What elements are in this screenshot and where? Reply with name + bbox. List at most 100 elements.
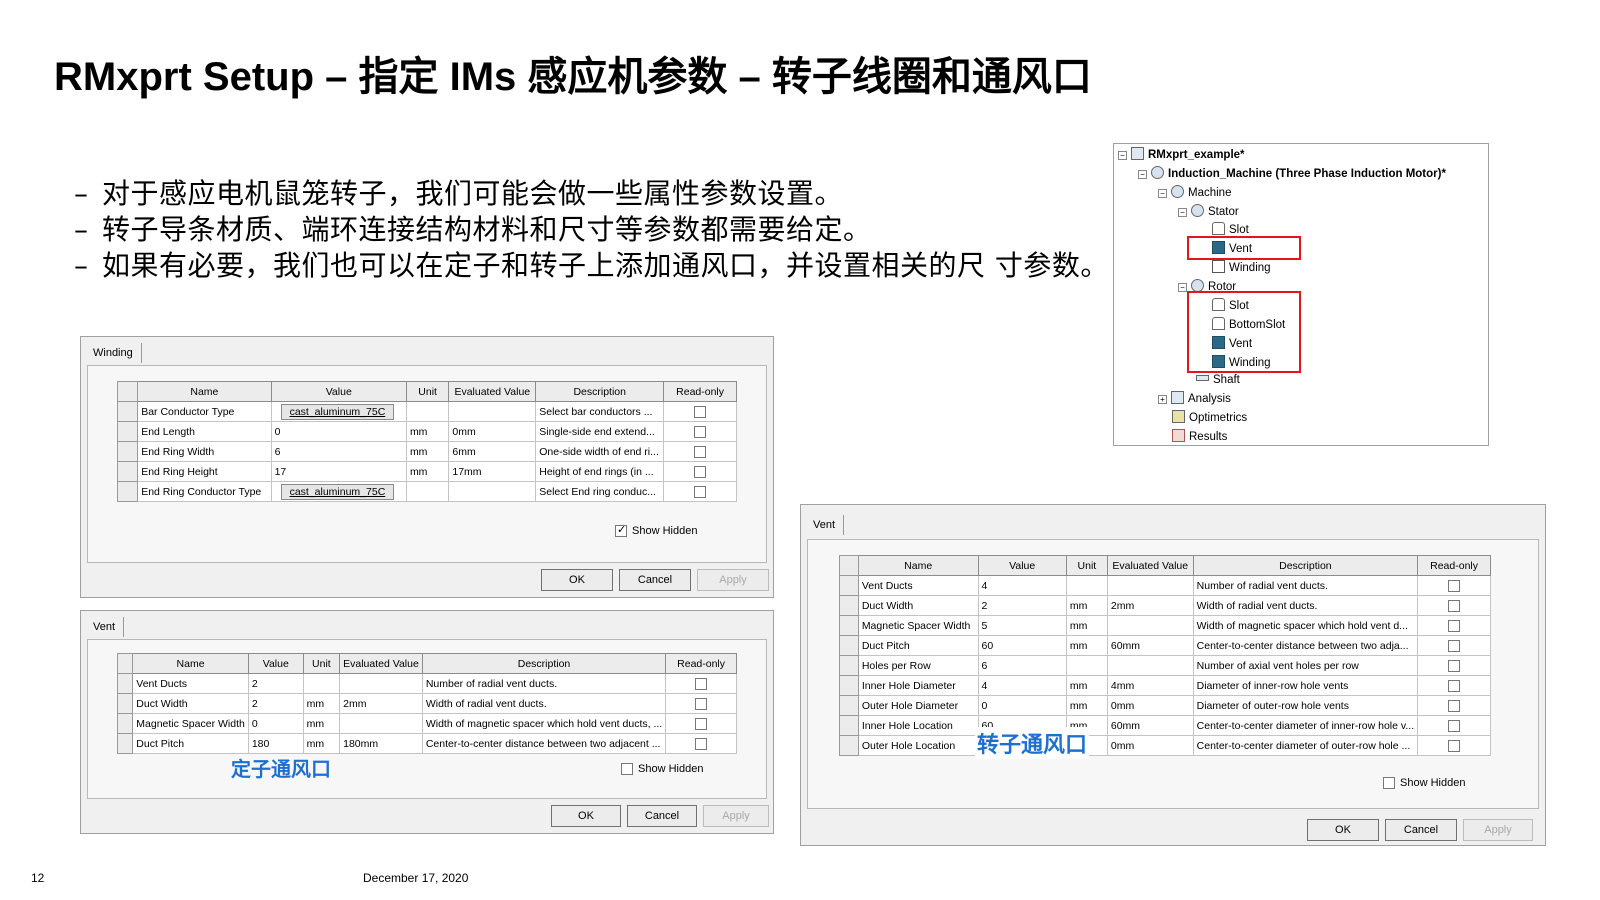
- material-select-button[interactable]: cast_aluminum_75C: [280, 483, 395, 500]
- value-cell[interactable]: 5: [977, 615, 1067, 636]
- value-cell[interactable]: 180: [247, 733, 304, 754]
- table-row[interactable]: Duct Pitch 180 mm 180mm Center-to-center…: [116, 733, 737, 754]
- show-hidden-checkbox[interactable]: [1383, 777, 1395, 790]
- show-hidden-checkbox[interactable]: [615, 523, 627, 538]
- row-header[interactable]: [839, 695, 859, 716]
- column-header-unit[interactable]: Unit: [405, 381, 450, 402]
- readonly-checkbox[interactable]: [1448, 639, 1461, 652]
- readonly-checkbox[interactable]: [694, 485, 707, 498]
- tree-node-machine-design[interactable]: − Induction_Machine (Three Phase Inductio…: [1138, 165, 1446, 183]
- ok-button[interactable]: OK: [1307, 819, 1379, 841]
- show-hidden-checkbox[interactable]: [621, 763, 633, 776]
- column-header-value[interactable]: Value: [270, 381, 407, 402]
- cancel-button[interactable]: Cancel: [627, 805, 697, 827]
- row-header[interactable]: [116, 441, 139, 462]
- row-header[interactable]: [839, 675, 859, 696]
- table-row[interactable]: Outer Hole Location mm 0mm Center-to-cen…: [839, 735, 1491, 756]
- value-cell[interactable]: cast_aluminum_75C: [270, 401, 407, 422]
- table-row[interactable]: Holes per Row 6 Number of axial vent hol…: [839, 655, 1491, 676]
- table-row[interactable]: Inner Hole Location 60 mm 60mm Center-to…: [839, 715, 1491, 736]
- column-header-readonly[interactable]: Read-only: [663, 381, 737, 402]
- table-row[interactable]: Duct Pitch 60 mm 60mm Center-to-center d…: [839, 635, 1491, 656]
- collapse-icon[interactable]: −: [1118, 151, 1127, 160]
- column-header-description[interactable]: Description: [1192, 555, 1419, 576]
- cancel-button[interactable]: Cancel: [619, 569, 691, 591]
- readonly-checkbox[interactable]: [695, 697, 708, 710]
- table-row[interactable]: End Ring Height 17 mm 17mm Height of end…: [116, 461, 737, 482]
- readonly-checkbox[interactable]: [694, 445, 707, 458]
- readonly-checkbox[interactable]: [694, 425, 707, 438]
- column-header-readonly[interactable]: Read-only: [1417, 555, 1491, 576]
- value-cell[interactable]: 0: [977, 695, 1067, 716]
- show-hidden-toggle[interactable]: Show Hidden: [621, 763, 703, 776]
- row-header[interactable]: [839, 735, 859, 756]
- show-hidden-toggle[interactable]: Show Hidden: [615, 523, 697, 538]
- column-header-evaluated[interactable]: Evaluated Value: [448, 381, 537, 402]
- tree-node-stator[interactable]: − Stator: [1178, 203, 1239, 221]
- tab-winding[interactable]: Winding: [87, 343, 142, 363]
- value-cell[interactable]: 0: [247, 713, 304, 734]
- collapse-icon[interactable]: −: [1138, 170, 1147, 179]
- value-cell[interactable]: 2: [977, 595, 1067, 616]
- show-hidden-toggle[interactable]: Show Hidden: [1383, 777, 1465, 790]
- table-row[interactable]: Vent Ducts 4 Number of radial vent ducts…: [839, 575, 1491, 596]
- value-cell[interactable]: 2: [247, 673, 304, 694]
- column-header-readonly[interactable]: Read-only: [665, 653, 737, 674]
- apply-button[interactable]: Apply: [1463, 819, 1533, 841]
- apply-button[interactable]: Apply: [703, 805, 769, 827]
- column-header-name[interactable]: Name: [137, 381, 272, 402]
- readonly-checkbox[interactable]: [1448, 739, 1461, 752]
- row-header[interactable]: [839, 635, 859, 656]
- row-header[interactable]: [839, 595, 859, 616]
- material-select-button[interactable]: cast_aluminum_75C: [280, 403, 395, 420]
- table-row[interactable]: Vent Ducts 2 Number of radial vent ducts…: [116, 673, 737, 694]
- table-row[interactable]: Magnetic Spacer Width 0 mm Width of magn…: [116, 713, 737, 734]
- row-header[interactable]: [116, 673, 134, 694]
- value-cell[interactable]: 6: [270, 441, 407, 462]
- tree-node-machine[interactable]: − Machine: [1158, 184, 1231, 202]
- table-row[interactable]: Outer Hole Diameter 0 mm 0mm Diameter of…: [839, 695, 1491, 716]
- row-header[interactable]: [116, 421, 139, 442]
- column-header-evaluated[interactable]: Evaluated Value: [339, 653, 423, 674]
- column-header-value[interactable]: Value: [977, 555, 1067, 576]
- table-row[interactable]: Magnetic Spacer Width 5 mm Width of magn…: [839, 615, 1491, 636]
- collapse-icon[interactable]: −: [1178, 283, 1187, 292]
- readonly-checkbox[interactable]: [1448, 679, 1461, 692]
- value-cell[interactable]: 6: [977, 655, 1067, 676]
- cancel-button[interactable]: Cancel: [1385, 819, 1457, 841]
- value-cell[interactable]: 17: [270, 461, 407, 482]
- readonly-checkbox[interactable]: [694, 405, 707, 418]
- readonly-checkbox[interactable]: [1448, 719, 1461, 732]
- column-header-name[interactable]: Name: [132, 653, 249, 674]
- row-header[interactable]: [116, 733, 134, 754]
- tree-node-stator-winding[interactable]: Winding: [1212, 259, 1271, 277]
- readonly-checkbox[interactable]: [1448, 619, 1461, 632]
- row-header[interactable]: [116, 461, 139, 482]
- expand-icon[interactable]: +: [1158, 395, 1167, 404]
- tab-vent[interactable]: Vent: [807, 515, 845, 535]
- readonly-checkbox[interactable]: [694, 465, 707, 478]
- row-header[interactable]: [839, 575, 859, 596]
- tree-node-analysis[interactable]: + Analysis: [1158, 390, 1231, 408]
- column-header-unit[interactable]: Unit: [302, 653, 341, 674]
- ok-button[interactable]: OK: [551, 805, 621, 827]
- table-row[interactable]: Inner Hole Diameter 4 mm 4mm Diameter of…: [839, 675, 1491, 696]
- column-header-name[interactable]: Name: [857, 555, 979, 576]
- apply-button[interactable]: Apply: [697, 569, 769, 591]
- row-header[interactable]: [116, 713, 134, 734]
- column-header-unit[interactable]: Unit: [1065, 555, 1108, 576]
- tree-node-shaft[interactable]: Shaft: [1196, 371, 1240, 389]
- readonly-checkbox[interactable]: [1448, 659, 1461, 672]
- table-row[interactable]: Duct Width 2 mm 2mm Width of radial vent…: [116, 693, 737, 714]
- value-cell[interactable]: cast_aluminum_75C: [270, 481, 407, 502]
- column-header-evaluated[interactable]: Evaluated Value: [1106, 555, 1194, 576]
- tree-node-optimetrics[interactable]: Optimetrics: [1172, 409, 1247, 427]
- row-header[interactable]: [116, 693, 134, 714]
- table-row[interactable]: Duct Width 2 mm 2mm Width of radial vent…: [839, 595, 1491, 616]
- column-header-value[interactable]: Value: [247, 653, 304, 674]
- value-cell[interactable]: 0: [270, 421, 407, 442]
- table-row[interactable]: End Ring Width 6 mm 6mm One-side width o…: [116, 441, 737, 462]
- readonly-checkbox[interactable]: [695, 737, 708, 750]
- readonly-checkbox[interactable]: [695, 717, 708, 730]
- value-cell[interactable]: 4: [977, 575, 1067, 596]
